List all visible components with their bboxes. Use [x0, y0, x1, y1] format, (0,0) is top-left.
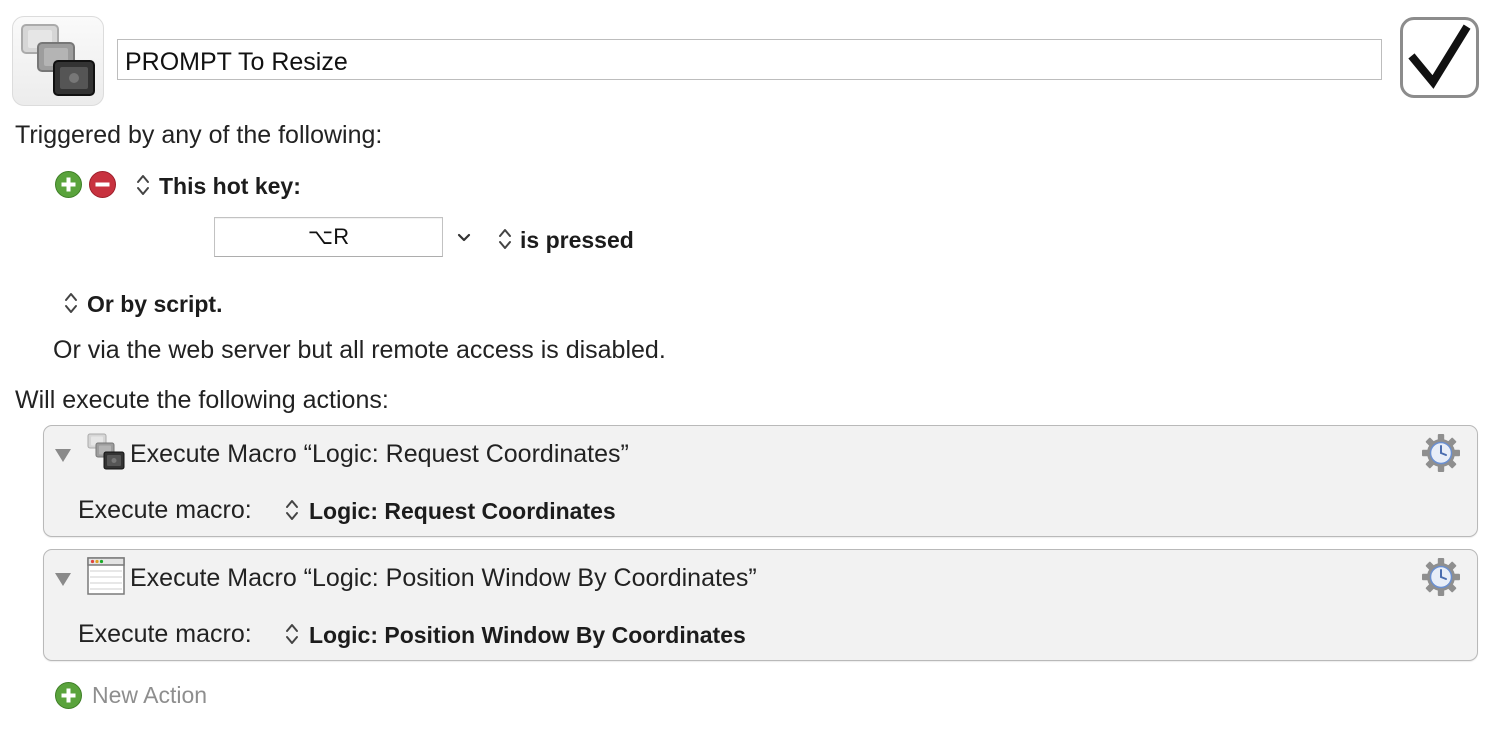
macro-select-stepper-icon[interactable]: [284, 497, 300, 523]
macro-icon[interactable]: [12, 16, 104, 106]
macro-name-field[interactable]: PROMPT To Resize: [117, 39, 1382, 80]
trigger-type-stepper-icon[interactable]: [135, 172, 151, 198]
key-state-popup[interactable]: is pressed: [520, 227, 634, 254]
chevron-down-icon[interactable]: [456, 230, 472, 246]
new-action-label[interactable]: New Action: [92, 682, 207, 709]
key-state-stepper-icon[interactable]: [497, 226, 513, 252]
add-circle-icon: [55, 171, 82, 198]
action-param-label: Execute macro:: [78, 496, 252, 524]
trigger-type-popup[interactable]: This hot key:: [159, 173, 301, 200]
new-action-button[interactable]: [55, 682, 82, 709]
action-card[interactable]: Execute Macro “Logic: Request Coordinate…: [43, 425, 1478, 537]
macro-select-popup[interactable]: Logic: Request Coordinates: [309, 498, 616, 525]
add-circle-icon: [55, 682, 82, 709]
action-param-label: Execute macro:: [78, 620, 252, 648]
script-trigger-stepper-icon[interactable]: [63, 290, 79, 316]
window-icon: [86, 556, 126, 596]
remove-circle-icon: [89, 171, 116, 198]
macro-enabled-checkbox[interactable]: [1400, 17, 1479, 98]
actions-heading: Will execute the following actions:: [15, 386, 389, 414]
macro-select-popup[interactable]: Logic: Position Window By Coordinates: [309, 622, 746, 649]
macro-select-stepper-icon[interactable]: [284, 621, 300, 647]
add-trigger-button[interactable]: [55, 171, 82, 198]
macro-windows-icon: [86, 432, 126, 472]
web-server-note: Or via the web server but all remote acc…: [53, 336, 666, 364]
remove-trigger-button[interactable]: [89, 171, 116, 198]
disclosure-triangle-icon[interactable]: [54, 571, 72, 587]
gear-icon[interactable]: [1420, 556, 1462, 598]
action-title: Execute Macro “Logic: Position Window By…: [130, 564, 757, 592]
triggers-heading: Triggered by any of the following:: [15, 121, 383, 149]
script-trigger-popup[interactable]: Or by script.: [87, 291, 222, 318]
hotkey-field[interactable]: ⌥R: [214, 217, 443, 257]
gear-icon[interactable]: [1420, 432, 1462, 474]
macro-windows-icon: [18, 21, 98, 101]
action-title: Execute Macro “Logic: Request Coordinate…: [130, 440, 629, 468]
disclosure-triangle-icon[interactable]: [54, 447, 72, 463]
action-card[interactable]: Execute Macro “Logic: Position Window By…: [43, 549, 1478, 661]
checkmark-icon: [1408, 24, 1471, 89]
